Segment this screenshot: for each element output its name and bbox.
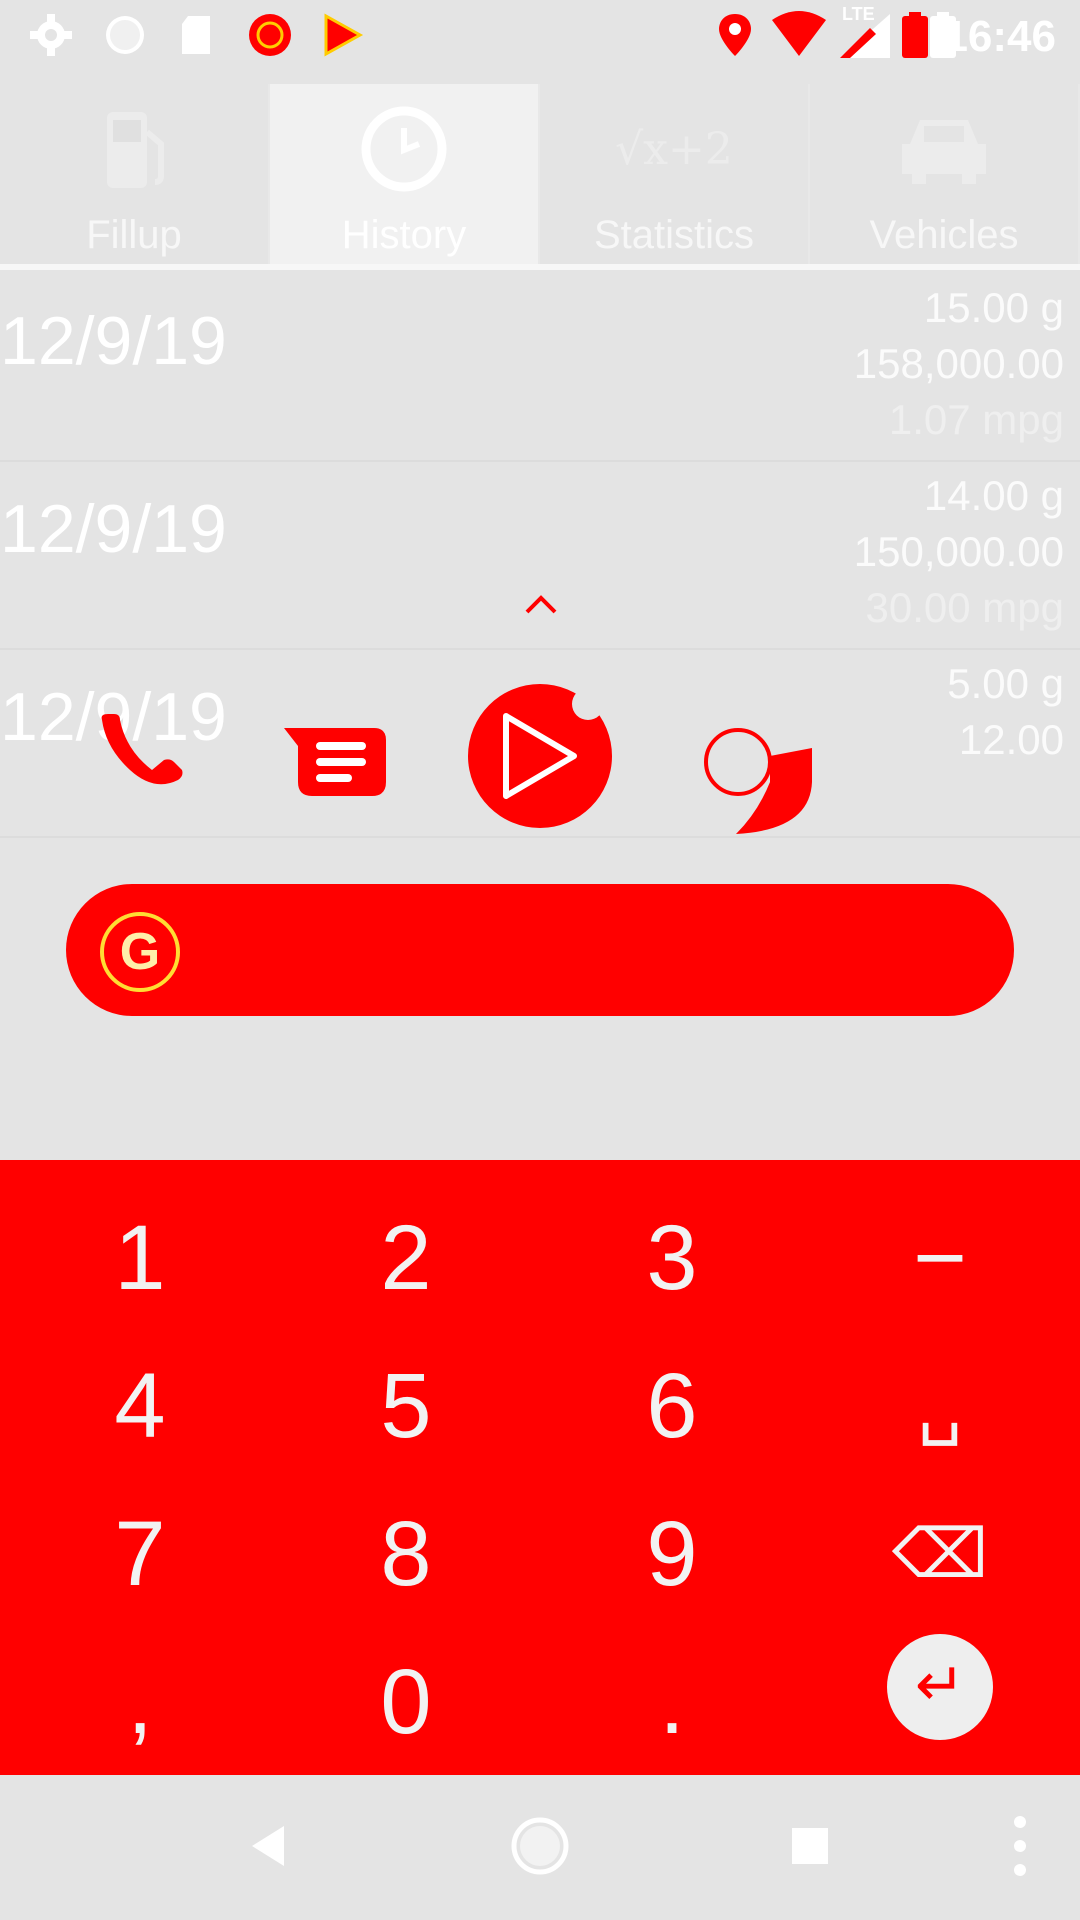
wifi-icon: [772, 11, 826, 56]
history-row[interactable]: 12/9/19 15.00 g 158,000.00 1.07 mpg: [0, 274, 1080, 462]
tab-vehicles[interactable]: Vehicles: [810, 84, 1080, 268]
key-space[interactable]: ␣: [840, 1346, 1040, 1466]
car-icon: [902, 120, 986, 184]
key-2[interactable]: 2: [306, 1198, 506, 1318]
status-time: 16:46: [943, 12, 1056, 61]
key-8[interactable]: 8: [306, 1494, 506, 1614]
google-logo-letter: G: [119, 923, 161, 981]
status-bar: LTE 16:46: [0, 0, 1080, 72]
circle-icon: [106, 16, 144, 54]
back-icon[interactable]: [248, 1824, 288, 1868]
key-7[interactable]: 7: [40, 1494, 240, 1614]
row-gallons: 5.00 g: [947, 660, 1064, 707]
row-odometer: 158,000.00: [853, 340, 1064, 387]
key-1[interactable]: 1: [40, 1198, 240, 1318]
play-icon[interactable]: [466, 680, 614, 830]
google-logo-icon[interactable]: G: [100, 912, 180, 992]
row-odometer: 12.00: [958, 716, 1064, 763]
row-gallons: 14.00 g: [923, 472, 1064, 519]
navigation-bar: [0, 1776, 1080, 1920]
phone-icon[interactable]: [94, 680, 190, 800]
sqrt-icon: √x+2: [615, 124, 733, 175]
key-6[interactable]: 6: [572, 1346, 772, 1466]
enter-icon: ↵: [914, 1651, 966, 1718]
home-icon[interactable]: [510, 1816, 570, 1876]
fuel-pump-icon: [107, 112, 164, 188]
row-mpg: 1.07 mpg: [888, 396, 1064, 443]
target-icon: [249, 14, 291, 56]
sd-card-icon: [182, 16, 210, 54]
lte-signal-icon: LTE: [838, 4, 894, 60]
row-date: 12/9/19: [0, 303, 227, 379]
key-9[interactable]: 9: [572, 1494, 772, 1614]
tab-label: Statistics: [593, 213, 755, 257]
key-period[interactable]: .: [572, 1642, 772, 1762]
chevron-up-icon[interactable]: [523, 586, 559, 622]
row-odometer: 150,000.00: [853, 528, 1064, 575]
tab-bar: Fillup History √x+2 Statistics Vehicles: [0, 84, 1080, 268]
tab-label: Fillup: [86, 213, 182, 257]
row-date: 12/9/19: [0, 491, 227, 567]
key-3[interactable]: 3: [572, 1198, 772, 1318]
tab-label: Vehicles: [869, 213, 1019, 257]
tab-label: History: [341, 213, 467, 257]
location-icon: [719, 14, 751, 56]
chrome-icon[interactable]: [700, 722, 816, 840]
key-backspace[interactable]: ⌫: [840, 1494, 1040, 1614]
tab-history[interactable]: History: [270, 84, 540, 268]
tab-indicator: [0, 264, 1080, 270]
more-vert-icon[interactable]: [1008, 1814, 1032, 1878]
play-store-icon: [324, 13, 364, 57]
settings-icon: [30, 14, 72, 56]
row-mpg: 30.00 mpg: [865, 584, 1064, 631]
key-comma[interactable]: ,: [40, 1642, 240, 1762]
key-4[interactable]: 4: [40, 1346, 240, 1466]
row-gallons: 15.00 g: [923, 284, 1064, 331]
key-0[interactable]: 0: [306, 1642, 506, 1762]
key-5[interactable]: 5: [306, 1346, 506, 1466]
messages-icon[interactable]: [282, 720, 388, 802]
tab-fillup[interactable]: Fillup: [0, 84, 270, 268]
key-minus[interactable]: −: [840, 1198, 1040, 1318]
battery-icon: [902, 12, 928, 58]
tab-statistics[interactable]: √x+2 Statistics: [540, 84, 810, 268]
enter-key[interactable]: ↵: [887, 1634, 993, 1740]
clock-icon: [361, 106, 447, 192]
recents-icon[interactable]: [790, 1826, 830, 1866]
search-bar[interactable]: [66, 884, 1014, 1016]
